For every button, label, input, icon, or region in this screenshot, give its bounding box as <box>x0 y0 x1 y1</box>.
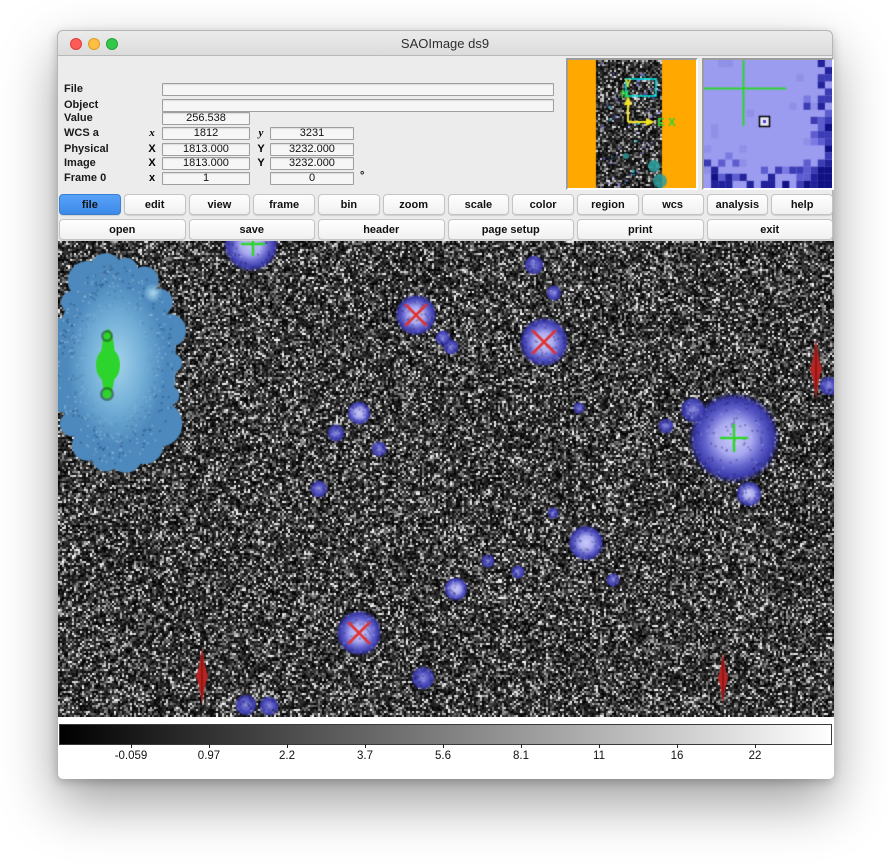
menu-analysis[interactable]: analysis <box>707 194 769 215</box>
sky-canvas[interactable] <box>58 241 834 717</box>
colorbar-area: -0.059 0.97 2.2 3.7 5.6 8.1 11 16 22 <box>58 717 834 779</box>
info-row-wcs: WCS a x 1812 y 3231 <box>58 127 566 140</box>
colorbar-tick <box>443 744 444 748</box>
info-row-object: Object <box>58 99 566 112</box>
colorbar-tick <box>599 744 600 748</box>
print-button[interactable]: print <box>577 219 704 240</box>
wcs-y-field: 3231 <box>270 127 354 140</box>
exit-button[interactable]: exit <box>707 219 834 240</box>
menu-wcs[interactable]: wcs <box>642 194 704 215</box>
wcs-x-label: x <box>146 127 158 140</box>
colorbar-tick <box>755 744 756 748</box>
colorbar[interactable] <box>59 724 832 745</box>
menu-frame[interactable]: frame <box>253 194 315 215</box>
panner-canvas[interactable] <box>568 60 696 188</box>
frame-x-field: 1 <box>162 172 250 185</box>
object-field <box>162 99 554 112</box>
image-x-label: X <box>146 157 158 170</box>
image-label: Image <box>64 157 96 170</box>
magnifier-canvas[interactable] <box>704 60 832 188</box>
info-row-frame: Frame 0 x 1 0 ° <box>58 172 566 185</box>
colorbar-tick <box>365 744 366 748</box>
title-bar[interactable]: SAOImage ds9 <box>58 31 832 56</box>
physical-y-field: 3232.000 <box>270 143 354 156</box>
menu-file[interactable]: file <box>59 194 121 215</box>
colorbar-label: 0.97 <box>198 750 220 762</box>
page-setup-button[interactable]: page setup <box>448 219 575 240</box>
colorbar-label: -0.059 <box>115 750 148 762</box>
image-display[interactable] <box>58 241 834 717</box>
wcs-y-label: y <box>255 127 267 140</box>
colorbar-tick <box>521 744 522 748</box>
menu-bar: file edit view frame bin zoom scale colo… <box>59 194 833 215</box>
colorbar-tick <box>287 744 288 748</box>
menu-zoom[interactable]: zoom <box>383 194 445 215</box>
info-row-file: File <box>58 83 566 96</box>
menu-region[interactable]: region <box>577 194 639 215</box>
colorbar-label: 22 <box>749 750 762 762</box>
colorbar-tick <box>131 744 132 748</box>
ds9-window: SAOImage ds9 File Object Value 256.538 W… <box>57 30 833 779</box>
info-panel: File Object Value 256.538 WCS a x 1812 y… <box>58 56 566 194</box>
colorbar-tick <box>209 744 210 748</box>
physical-x-field: 1813.000 <box>162 143 250 156</box>
image-y-field: 3232.000 <box>270 157 354 170</box>
file-label: File <box>64 83 83 96</box>
frame-x-label: x <box>146 172 158 185</box>
save-button[interactable]: save <box>189 219 316 240</box>
wcs-x-field: 1812 <box>162 127 250 140</box>
physical-x-label: X <box>146 143 158 156</box>
colorbar-label: 2.2 <box>279 750 295 762</box>
menu-color[interactable]: color <box>512 194 574 215</box>
colorbar-label: 5.6 <box>435 750 451 762</box>
image-x-field: 1813.000 <box>162 157 250 170</box>
panner[interactable] <box>566 58 698 190</box>
info-row-image: Image X 1813.000 Y 3232.000 <box>58 157 566 170</box>
menu-scale[interactable]: scale <box>448 194 510 215</box>
colorbar-label: 16 <box>671 750 684 762</box>
colorbar-tick <box>677 744 678 748</box>
magnifier[interactable] <box>702 58 834 190</box>
open-button[interactable]: open <box>59 219 186 240</box>
colorbar-label: 3.7 <box>357 750 373 762</box>
physical-label: Physical <box>64 143 109 156</box>
menu-bin[interactable]: bin <box>318 194 380 215</box>
wcs-label: WCS a <box>64 127 99 140</box>
object-label: Object <box>64 99 98 112</box>
value-field: 256.538 <box>162 112 250 125</box>
frame-angle-field: 0 <box>270 172 354 185</box>
menu-help[interactable]: help <box>771 194 833 215</box>
degree-symbol: ° <box>360 170 364 182</box>
menu-view[interactable]: view <box>189 194 251 215</box>
image-y-label: Y <box>255 157 267 170</box>
file-field <box>162 83 554 96</box>
header-button[interactable]: header <box>318 219 445 240</box>
menu-edit[interactable]: edit <box>124 194 186 215</box>
info-row-physical: Physical X 1813.000 Y 3232.000 <box>58 143 566 156</box>
colorbar-label: 8.1 <box>513 750 529 762</box>
value-label: Value <box>64 112 93 125</box>
colorbar-label: 11 <box>593 750 605 762</box>
physical-y-label: Y <box>255 143 267 156</box>
frame-label: Frame 0 <box>64 172 106 185</box>
window-title: SAOImage ds9 <box>58 36 832 51</box>
file-button-bar: open save header page setup print exit <box>59 219 833 240</box>
info-row-value: Value 256.538 <box>58 112 566 125</box>
